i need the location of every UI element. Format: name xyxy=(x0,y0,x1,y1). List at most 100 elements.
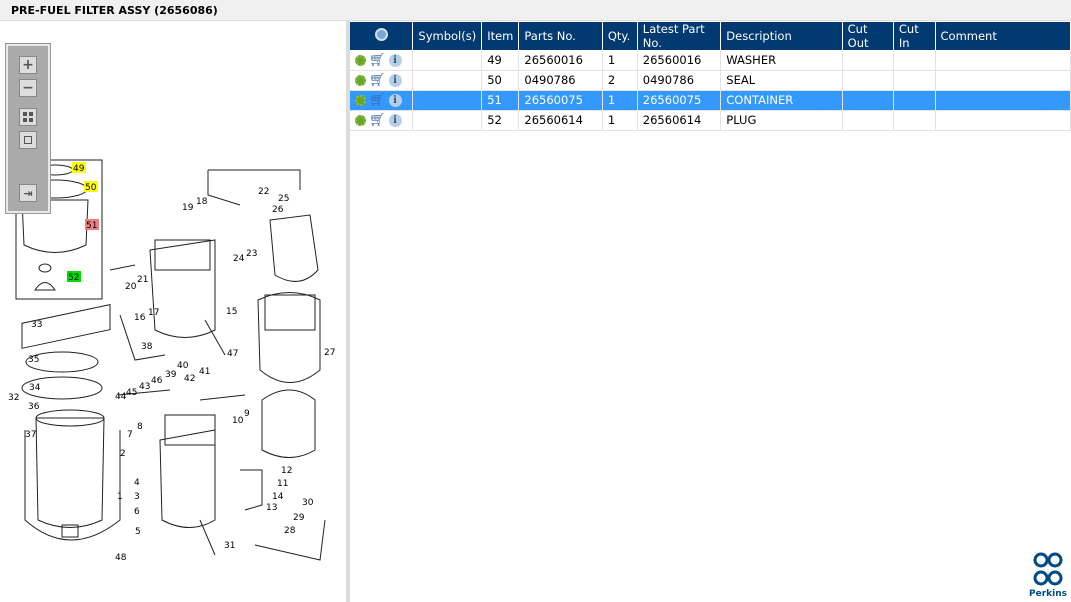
callout-label[interactable]: 44 xyxy=(115,392,127,402)
column-header[interactable]: Cut In xyxy=(893,22,936,50)
callout-label[interactable]: 16 xyxy=(134,313,146,323)
table-row[interactable]: 🛒︎ i 49 26560016 1 26560016 WASHER xyxy=(350,50,1071,71)
callout-label[interactable]: 35 xyxy=(28,355,39,365)
callout-label[interactable]: 38 xyxy=(141,342,153,352)
callout-label[interactable]: 6 xyxy=(134,507,140,517)
callout-label[interactable]: 22 xyxy=(258,187,269,197)
plus-icon: + xyxy=(22,57,34,73)
cell-cut-out xyxy=(842,70,894,91)
callout-label[interactable]: 2 xyxy=(120,449,126,459)
expand-panel-button[interactable]: ⇥ xyxy=(19,184,37,202)
column-header[interactable]: Item xyxy=(481,22,520,50)
callout-label[interactable]: 3 xyxy=(134,492,140,502)
callout-label[interactable]: 4 xyxy=(134,478,140,488)
gear-icon[interactable] xyxy=(355,75,366,86)
callout-label[interactable]: 39 xyxy=(165,370,177,380)
callout-label[interactable]: 13 xyxy=(266,503,277,513)
cell-qty: 1 xyxy=(602,50,638,71)
callout-label[interactable]: 33 xyxy=(31,320,42,330)
callout-label[interactable]: 28 xyxy=(284,526,296,536)
callout-label[interactable]: 21 xyxy=(137,275,148,285)
callout-label[interactable]: 19 xyxy=(182,203,194,213)
callout-label[interactable]: 12 xyxy=(281,466,292,476)
minus-icon: − xyxy=(22,80,34,96)
callout-label[interactable]: 45 xyxy=(126,388,137,398)
diagram-panel[interactable]: 33 35 34 32 36 37 48 18 19 22 25 26 24 23 20 21 16 17 15 27… xyxy=(0,21,346,602)
callout-label[interactable]: 27 xyxy=(324,348,335,358)
cell-item: 52 xyxy=(481,110,520,131)
exploded-parts-diagram[interactable]: 33353432363748181922252624 23202116 17 1527… xyxy=(0,21,346,602)
callout-label[interactable]: 10 xyxy=(232,416,244,426)
callout-label[interactable]: 18 xyxy=(196,197,208,207)
cell-part-no: 26560075 xyxy=(518,90,603,111)
callout-label[interactable]: 11 xyxy=(277,479,288,489)
callout-label[interactable]: 17 xyxy=(148,308,159,318)
callout-label[interactable]: 37 xyxy=(25,430,36,440)
callout-label[interactable]: 20 xyxy=(125,282,137,292)
column-header[interactable]: Symbol(s) xyxy=(412,22,483,50)
callout-label[interactable]: 43 xyxy=(139,382,150,392)
callout-label[interactable]: 26 xyxy=(272,205,284,215)
zoom-toolbar: + − ⇥ xyxy=(5,43,51,214)
zoom-out-button[interactable]: − xyxy=(19,79,37,97)
info-icon[interactable]: i xyxy=(388,94,402,107)
cell-qty: 1 xyxy=(602,110,638,131)
table-row[interactable]: 🛒︎ i 50 0490786 2 0490786 SEAL xyxy=(350,70,1071,91)
cell-symbol xyxy=(412,50,483,71)
callout-label[interactable]: 7 xyxy=(127,430,133,440)
gears-icon[interactable] xyxy=(355,115,366,126)
actual-size-button[interactable] xyxy=(19,131,37,149)
callout-label[interactable]: 14 xyxy=(272,492,284,502)
column-header[interactable]: Latest Part No. xyxy=(637,22,722,50)
callout-label[interactable]: 47 xyxy=(227,349,238,359)
callout-label[interactable]: 48 xyxy=(115,553,127,563)
info-icon[interactable]: i xyxy=(388,53,402,67)
callout-label[interactable]: 25 xyxy=(278,194,289,204)
callout-label[interactable]: 36 xyxy=(28,402,40,412)
info-icon[interactable]: i xyxy=(388,114,402,127)
callout-label[interactable]: 34 xyxy=(29,383,41,393)
inset-callout-label[interactable]: 50 xyxy=(85,183,97,193)
inset-callout-label[interactable]: 51 xyxy=(86,221,97,231)
callout-label[interactable]: 40 xyxy=(177,361,189,371)
parts-table: Symbol(s) Item Parts No. Qty. Latest Part No… xyxy=(350,22,1071,131)
cell-qty: 2 xyxy=(602,70,638,91)
cart-icon[interactable]: 🛒︎ xyxy=(369,74,386,87)
gear-icon[interactable] xyxy=(355,95,366,106)
callout-label[interactable]: 30 xyxy=(302,498,314,508)
callout-label[interactable]: 42 xyxy=(184,374,195,384)
callout-label[interactable]: 1 xyxy=(117,492,123,502)
column-header[interactable]: Cut Out xyxy=(842,22,894,50)
callout-label[interactable]: 9 xyxy=(244,409,250,419)
callout-label[interactable]: 41 xyxy=(199,367,210,377)
callout-label[interactable]: 32 xyxy=(8,393,19,403)
callout-label[interactable]: 23 xyxy=(246,249,257,259)
cart-icon[interactable]: 🛒︎ xyxy=(369,54,386,67)
inset-callout-label[interactable]: 52 xyxy=(68,273,79,283)
fit-all-button[interactable] xyxy=(19,108,37,126)
cart-icon[interactable]: 🛒︎ xyxy=(369,94,386,107)
info-icon[interactable]: i xyxy=(388,74,402,87)
cell-item: 50 xyxy=(481,70,520,91)
column-header[interactable]: Qty. xyxy=(602,22,638,50)
callout-label[interactable]: 24 xyxy=(233,254,245,264)
callout-label[interactable]: 8 xyxy=(137,422,143,432)
arrow-right-icon: ⇥ xyxy=(23,186,33,200)
callout-label[interactable]: 15 xyxy=(226,307,237,317)
callout-label[interactable]: 46 xyxy=(151,376,163,386)
zoom-in-button[interactable]: + xyxy=(19,56,37,74)
column-header[interactable]: Description xyxy=(720,22,843,50)
inset-callout-label[interactable]: 49 xyxy=(73,164,85,174)
callout-label[interactable]: 5 xyxy=(135,527,141,537)
table-header: Symbol(s) Item Parts No. Qty. Latest Part No… xyxy=(350,22,1071,50)
table-row[interactable]: 🛒︎ i 52 26560614 1 26560614 PLUG xyxy=(350,110,1071,131)
column-header[interactable]: Comment xyxy=(935,22,1071,50)
search-icon xyxy=(374,28,388,41)
column-header-search[interactable] xyxy=(350,22,414,50)
cart-icon[interactable]: 🛒︎ xyxy=(369,114,386,127)
callout-label[interactable]: 29 xyxy=(293,513,305,523)
column-header[interactable]: Parts No. xyxy=(518,22,603,50)
gear-icon[interactable] xyxy=(355,54,366,66)
callout-label[interactable]: 31 xyxy=(224,541,235,551)
table-row[interactable]: 🛒︎ i 51 26560075 1 26560075 CONTAINER xyxy=(350,90,1071,111)
